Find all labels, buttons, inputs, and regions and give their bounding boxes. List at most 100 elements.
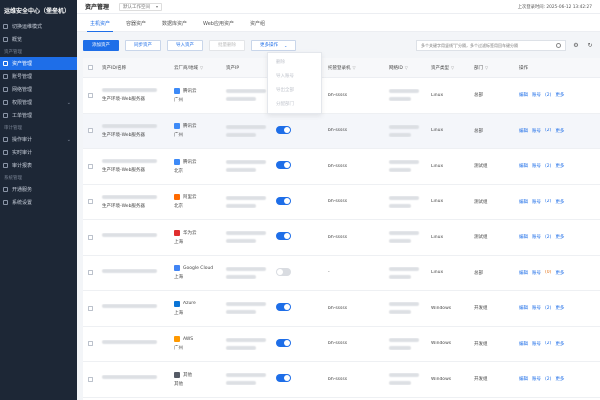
table-row[interactable]: 生产环境-Web服务器 腾讯云 广州 bh-sssss Linux 总部 编辑 账号 (2) 更多 [83, 113, 600, 149]
table-row[interactable]: Azure 上海 bh-sssss Windows 开发组 编辑 账号 (2) 更多 [83, 291, 600, 327]
more-link[interactable]: 更多 [555, 199, 564, 205]
status-toggle[interactable] [276, 196, 291, 205]
more-link[interactable]: 更多 [555, 341, 564, 347]
row-checkbox[interactable] [88, 92, 93, 98]
refresh-icon[interactable]: ↻ [586, 41, 594, 49]
workspace-select[interactable]: 默认工作空间 ▾ [119, 2, 163, 11]
account-link[interactable]: 账号 [532, 92, 541, 98]
edit-link[interactable]: 编辑 [519, 305, 528, 311]
table-row[interactable]: 其他 其他 bh-sssss Windows 开发组 编辑 账号 (2) 更多 [83, 362, 600, 398]
account-link[interactable]: 账号 [532, 199, 541, 205]
account-link[interactable]: 账号 [532, 305, 541, 311]
row-checkbox[interactable] [88, 234, 93, 240]
row-checkbox[interactable] [88, 163, 93, 169]
more-link[interactable]: 更多 [555, 92, 564, 98]
row-checkbox[interactable] [88, 305, 93, 311]
redacted-ip [226, 89, 266, 94]
more-ops-button[interactable]: 更多操作 ⌄ [251, 39, 297, 51]
table-row[interactable]: 生产环境-Web服务器 阿里云 北京 bh-sssss Linux 测试组 编辑 账号 (2) 更… [83, 185, 600, 220]
menu-item-import-account[interactable]: 导入账号 [268, 69, 321, 83]
search-input[interactable] [421, 42, 556, 48]
sidebar-item-network-management[interactable]: 网络管理 [0, 83, 77, 96]
sidebar-item-overview[interactable]: 概览 [0, 33, 77, 46]
filter-icon[interactable]: ▽ [200, 65, 203, 70]
sidebar-item-operation-audit[interactable]: 操作审计 ⌄ [0, 133, 77, 146]
tab-asset-group[interactable]: 资产组 [245, 20, 270, 31]
import-assets-button[interactable]: 导入资产 [167, 39, 203, 51]
table-row[interactable]: 生产环境-Web服务器 腾讯云 广州 bh-sssss Linux 总部 编辑 账号 (2) 更多 [83, 78, 600, 114]
account-link[interactable]: 账号 [532, 376, 541, 382]
status-toggle[interactable] [276, 125, 291, 134]
edit-link[interactable]: 编辑 [519, 92, 528, 98]
table-row[interactable]: Google Cloud 上海 - Linux 总部 编辑 账号 (0) 更多 [83, 256, 600, 291]
tab-container-assets[interactable]: 容器资产 [121, 20, 151, 31]
ip-cell [222, 231, 272, 244]
menu-item-delete[interactable]: 删除 [268, 55, 321, 69]
tab-web-assets[interactable]: Web应用资产 [198, 20, 239, 31]
table-row[interactable]: AWS 广州 bh-sssss Windows 开发组 编辑 账号 (2) 更多 [83, 327, 600, 362]
edit-link[interactable]: 编辑 [519, 163, 528, 169]
account-link[interactable]: 账号 [532, 270, 541, 276]
checkbox[interactable] [88, 65, 93, 70]
select-all-checkbox[interactable] [83, 65, 98, 70]
more-link[interactable]: 更多 [555, 376, 564, 382]
status-toggle[interactable] [276, 232, 291, 241]
tab-database-assets[interactable]: 数据库资产 [157, 20, 192, 31]
status-toggle[interactable] [276, 161, 291, 170]
search-box[interactable] [416, 39, 566, 51]
sync-assets-button[interactable]: 同步资产 [125, 39, 161, 51]
batch-delete-button[interactable]: 批量删除 [209, 39, 245, 51]
sidebar-item-switch-mode[interactable]: 切换运维模式 [0, 20, 77, 33]
sidebar-item-open-service[interactable]: 开通服务 [0, 183, 77, 196]
table-row[interactable]: 生产环境-Web服务器 腾讯云 北京 bh-sssss Linux 测试组 编辑 账号 (2) 更… [83, 149, 600, 185]
more-link[interactable]: 更多 [555, 270, 564, 276]
menu-item-export-all[interactable]: 导出全部 [268, 83, 321, 97]
sidebar-item-audit-report[interactable]: 审计报表 [0, 159, 77, 172]
more-link[interactable]: 更多 [555, 234, 564, 240]
sidebar-item-permission-management[interactable]: 权限管理 ⌄ [0, 96, 77, 109]
menu-item-assign-dept[interactable]: 分配部门 [268, 97, 321, 111]
gear-icon[interactable]: ⚙ [572, 41, 580, 49]
col-label: 操作 [519, 65, 528, 71]
more-link[interactable]: 更多 [555, 128, 564, 134]
account-link[interactable]: 账号 [532, 163, 541, 169]
add-asset-button[interactable]: 添加资产 [83, 39, 119, 51]
filter-icon[interactable]: ▽ [405, 65, 408, 70]
status-toggle[interactable] [276, 303, 291, 312]
sidebar-item-ticket-management[interactable]: 工单管理 [0, 109, 77, 122]
table-row[interactable]: 华为云 上海 bh-sssss Linux 测试组 编辑 账号 (2) 更多 [83, 220, 600, 256]
account-link[interactable]: 账号 [532, 234, 541, 240]
ip-cell [222, 302, 272, 315]
search-icon[interactable] [556, 42, 561, 48]
filter-icon[interactable]: ▽ [451, 65, 454, 70]
cloud-cell: 华为云 上海 [170, 229, 222, 245]
account-link[interactable]: 账号 [532, 128, 541, 134]
status-toggle[interactable] [276, 267, 291, 276]
status-toggle[interactable] [276, 338, 291, 347]
sidebar-item-system-settings[interactable]: 系统设置 [0, 196, 77, 209]
edit-link[interactable]: 编辑 [519, 234, 528, 240]
row-checkbox[interactable] [88, 128, 93, 134]
edit-link[interactable]: 编辑 [519, 199, 528, 205]
more-link[interactable]: 更多 [555, 305, 564, 311]
account-count: (2) [545, 376, 552, 382]
row-checkbox[interactable] [88, 376, 93, 382]
edit-link[interactable]: 编辑 [519, 341, 528, 347]
filter-icon[interactable]: ▽ [485, 65, 488, 70]
sidebar-item-account-management[interactable]: 账号管理 [0, 70, 77, 83]
edit-link[interactable]: 编辑 [519, 270, 528, 276]
row-checkbox[interactable] [88, 341, 93, 347]
edit-link[interactable]: 编辑 [519, 128, 528, 134]
account-link[interactable]: 账号 [532, 341, 541, 347]
tab-host-assets[interactable]: 主机资产 [85, 20, 115, 32]
row-checkbox[interactable] [88, 199, 93, 205]
row-checkbox[interactable] [88, 270, 93, 276]
sidebar-item-asset-management[interactable]: 资产管理 [0, 57, 77, 70]
filter-icon[interactable]: ▽ [353, 65, 356, 70]
dept-name: 开发组 [474, 341, 488, 347]
account-count: (0) [545, 270, 552, 276]
status-toggle[interactable] [276, 374, 291, 383]
edit-link[interactable]: 编辑 [519, 376, 528, 382]
sidebar-item-realtime-audit[interactable]: 实时审计 [0, 146, 77, 159]
more-link[interactable]: 更多 [555, 163, 564, 169]
